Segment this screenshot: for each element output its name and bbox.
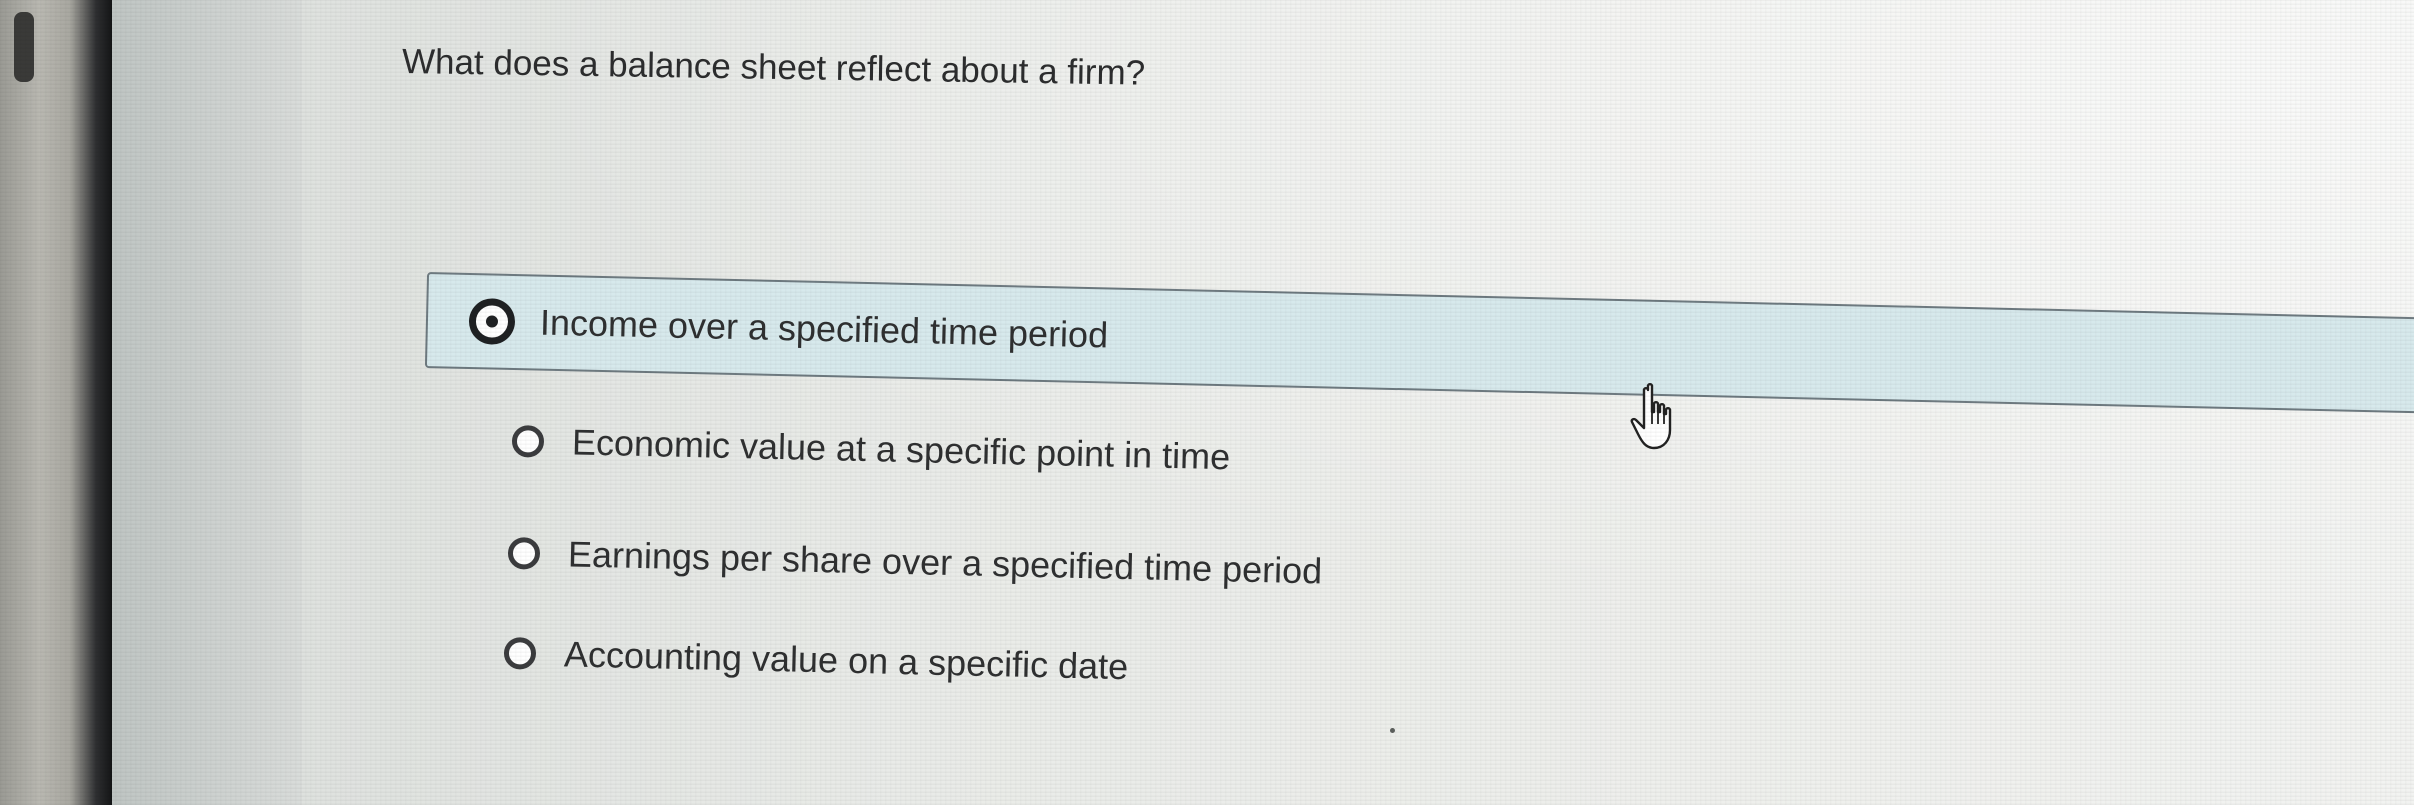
answer-option-3[interactable]: Earnings per share over a specified time…: [507, 532, 1323, 592]
question-panel: What does a balance sheet reflect about …: [0, 0, 2414, 805]
screen: What does a balance sheet reflect about …: [0, 0, 2414, 805]
answer-option-label: Income over a specified time period: [539, 301, 1109, 356]
radio-button[interactable]: [503, 637, 537, 670]
radio-button-selected[interactable]: [471, 301, 513, 342]
radio-button[interactable]: [507, 537, 541, 570]
radio-dot: [485, 315, 499, 328]
answer-option-1[interactable]: Income over a specified time period: [424, 272, 2414, 415]
radio-button[interactable]: [511, 425, 545, 458]
answer-option-label: Accounting value on a specific date: [563, 633, 1129, 688]
answer-option-label: Economic value at a specific point in ti…: [571, 421, 1231, 478]
question-text: What does a balance sheet reflect about …: [401, 42, 1146, 93]
answer-option-2[interactable]: Economic value at a specific point in ti…: [511, 420, 1231, 478]
hand-pointer-icon: [1630, 383, 1672, 450]
answer-option-4[interactable]: Accounting value on a specific date: [503, 632, 1129, 688]
screen-speck: [1390, 728, 1395, 733]
answer-option-label: Earnings per share over a specified time…: [567, 533, 1323, 592]
